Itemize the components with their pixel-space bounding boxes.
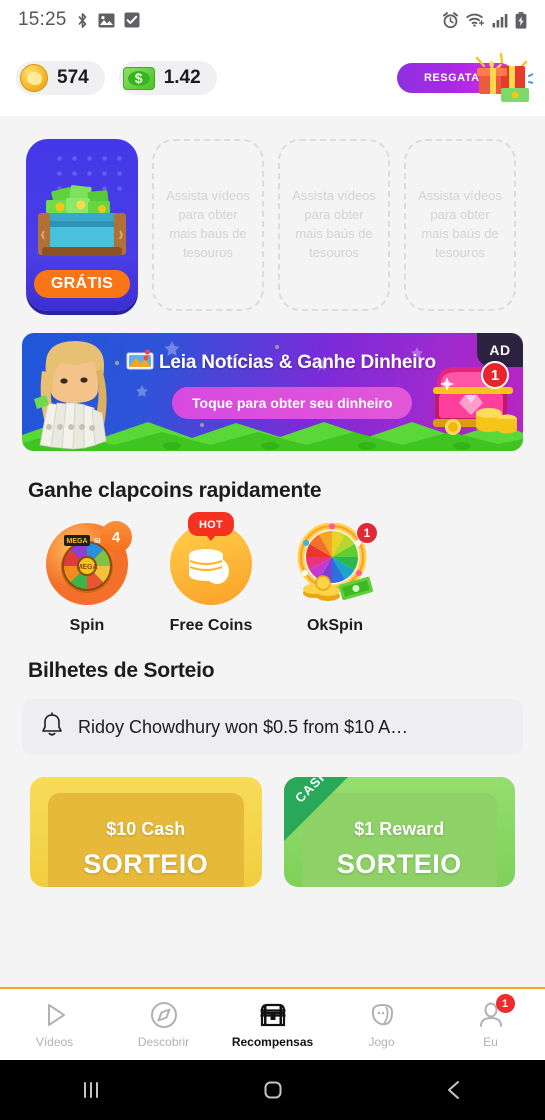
nav-item-descobrir[interactable]: Descobrir bbox=[109, 1000, 218, 1049]
nav-badge: 1 bbox=[495, 994, 515, 1013]
wifi-icon bbox=[466, 12, 485, 28]
ad-cta-button[interactable]: Toque para obter seu dinheiro bbox=[172, 387, 413, 419]
back-icon[interactable] bbox=[363, 1077, 545, 1103]
lottery-title: Bilhetes de Sorteio bbox=[28, 659, 215, 682]
hot-badge-label: HOT bbox=[198, 519, 224, 531]
locked-chest-label: Assista vídeos para obter mais baús de t… bbox=[292, 188, 376, 260]
compass-icon bbox=[149, 1000, 179, 1030]
locked-chest-label: Assista vídeos para obter mais baús de t… bbox=[418, 188, 502, 260]
nav-item-eu[interactable]: 1 Eu bbox=[436, 994, 545, 1049]
game-icon bbox=[367, 1000, 397, 1030]
coin-stack-icon: HOT bbox=[170, 512, 252, 605]
signal-icon bbox=[492, 13, 508, 28]
ad-banner[interactable]: Leia Notícias & Ganhe Dinheiro Toque par… bbox=[22, 333, 523, 451]
lottery-card-row: $10 Cash SORTEIO CASH $1 Reward SORTEIO bbox=[0, 755, 545, 887]
quick-earn-label: OkSpin bbox=[306, 617, 363, 634]
coin-balance-pill[interactable]: 574 bbox=[16, 61, 105, 95]
nav-label: Vídeos bbox=[35, 1035, 74, 1049]
home-icon[interactable] bbox=[182, 1077, 364, 1103]
nav-label: Jogo bbox=[368, 1035, 395, 1049]
dollar-bill-icon: $ bbox=[122, 66, 155, 90]
battery-charging-icon bbox=[515, 11, 527, 29]
treasure-chest-icon bbox=[36, 183, 128, 261]
woman-with-cash-icon bbox=[32, 341, 118, 451]
status-bar-time: 15:25 bbox=[18, 9, 67, 30]
coin-icon bbox=[20, 64, 48, 92]
lottery-card-10-cash[interactable]: $10 Cash SORTEIO bbox=[30, 777, 262, 887]
svg-text:MEGA: MEGA bbox=[67, 538, 88, 545]
ad-count-badge: 1 bbox=[481, 361, 509, 389]
nav-label: Recompensas bbox=[231, 1035, 314, 1049]
lottery-card-sub: SORTEIO bbox=[83, 849, 209, 879]
locked-chest-card-2[interactable]: Assista vídeos para obter mais baús de t… bbox=[278, 139, 390, 311]
lottery-card-amount: $1 Reward bbox=[354, 819, 445, 839]
spin-count-value: 4 bbox=[111, 528, 121, 546]
quick-earn-label: Free Coins bbox=[169, 617, 253, 634]
cash-balance-value: 1.42 bbox=[163, 67, 201, 88]
news-icon bbox=[126, 349, 154, 376]
ad-banner-wrapper[interactable]: Leia Notícias & Ganhe Dinheiro Toque par… bbox=[22, 333, 523, 451]
quick-earn-item-free-coins[interactable]: HOT Free Coins bbox=[164, 512, 258, 635]
nav-item-jogo[interactable]: Jogo bbox=[327, 1000, 436, 1049]
treasure-chest-icon bbox=[258, 1000, 288, 1030]
checkbox-icon bbox=[124, 12, 140, 28]
nav-label: Descobrir bbox=[137, 1035, 190, 1049]
status-bar-right-icons bbox=[442, 11, 527, 29]
spin-wheel-icon: MEGA MEGA SPIN 4 bbox=[46, 521, 132, 605]
gift-icon bbox=[471, 52, 534, 104]
lottery-card-sub: SORTEIO bbox=[336, 849, 462, 879]
ad-title: Leia Notícias & Ganhe Dinheiro bbox=[159, 351, 436, 373]
nav-item-recompensas[interactable]: Recompensas bbox=[218, 1000, 327, 1049]
redeem-area[interactable]: RESGATAR bbox=[389, 52, 534, 102]
free-chest-card[interactable]: GRÁTIS bbox=[26, 139, 138, 311]
ad-title-row: Leia Notícias & Ganhe Dinheiro bbox=[126, 349, 461, 376]
locked-chest-card-3[interactable]: Assista vídeos para obter mais baús de t… bbox=[404, 139, 516, 311]
free-badge-label: GRÁTIS bbox=[50, 275, 114, 292]
quick-earn-item-okspin[interactable]: 1 OkSpin bbox=[288, 522, 382, 635]
bluetooth-icon bbox=[76, 12, 89, 29]
treasure-chest-row: GRÁTIS Assista vídeos para obter mais ba… bbox=[0, 116, 545, 311]
okspin-count-value: 1 bbox=[363, 526, 371, 540]
free-badge[interactable]: GRÁTIS bbox=[34, 270, 130, 298]
lottery-card-1-reward[interactable]: CASH $1 Reward SORTEIO bbox=[283, 777, 515, 887]
ad-label-text: AD bbox=[489, 342, 511, 358]
svg-text:MEGA: MEGA bbox=[77, 564, 98, 571]
app-header: 574 $ 1.42 RESGATAR bbox=[0, 40, 545, 116]
ad-cta-label: Toque para obter seu dinheiro bbox=[192, 395, 393, 411]
quick-earn-label: Spin bbox=[69, 617, 105, 634]
lottery-notice[interactable]: Ridoy Chowdhury won $0.5 from $10 A… bbox=[22, 699, 523, 755]
recents-icon[interactable] bbox=[0, 1077, 182, 1103]
cash-balance-pill[interactable]: $ 1.42 bbox=[118, 61, 217, 95]
quick-earn-title: Ganhe clapcoins rapidamente bbox=[28, 479, 322, 502]
locked-chest-label: Assista vídeos para obter mais baús de t… bbox=[166, 188, 250, 260]
color-wheel-icon: 1 bbox=[294, 522, 378, 605]
image-icon bbox=[98, 13, 115, 28]
lottery-notice-text: Ridoy Chowdhury won $0.5 from $10 A… bbox=[78, 716, 409, 737]
bottom-navigation: Vídeos Descobrir Recompensas Jogo 1 Eu bbox=[0, 987, 545, 1060]
nav-badge-value: 1 bbox=[501, 997, 509, 1010]
nav-label: Eu bbox=[483, 1035, 498, 1049]
play-icon bbox=[40, 1000, 70, 1030]
hot-badge: HOT bbox=[187, 512, 235, 541]
lottery-card-amount: $10 Cash bbox=[106, 819, 186, 839]
status-bar: 15:25 bbox=[0, 0, 545, 40]
main-scroll-area[interactable]: GRÁTIS Assista vídeos para obter mais ba… bbox=[0, 116, 545, 963]
person-icon: 1 bbox=[476, 994, 515, 1030]
ad-count-value: 1 bbox=[490, 366, 500, 384]
nav-item-videos[interactable]: Vídeos bbox=[0, 1000, 109, 1049]
coin-balance-value: 574 bbox=[57, 67, 89, 88]
quick-earn-row: MEGA MEGA SPIN 4 Spin HOT bbox=[0, 503, 545, 635]
bell-icon bbox=[40, 711, 64, 743]
quick-earn-item-spin[interactable]: MEGA MEGA SPIN 4 Spin bbox=[40, 521, 134, 635]
alarm-icon bbox=[442, 11, 459, 29]
okspin-count-badge: 1 bbox=[356, 522, 378, 544]
android-system-nav bbox=[0, 1060, 545, 1120]
locked-chest-card-1[interactable]: Assista vídeos para obter mais baús de t… bbox=[152, 139, 264, 311]
spin-count-badge: 4 bbox=[100, 521, 132, 553]
